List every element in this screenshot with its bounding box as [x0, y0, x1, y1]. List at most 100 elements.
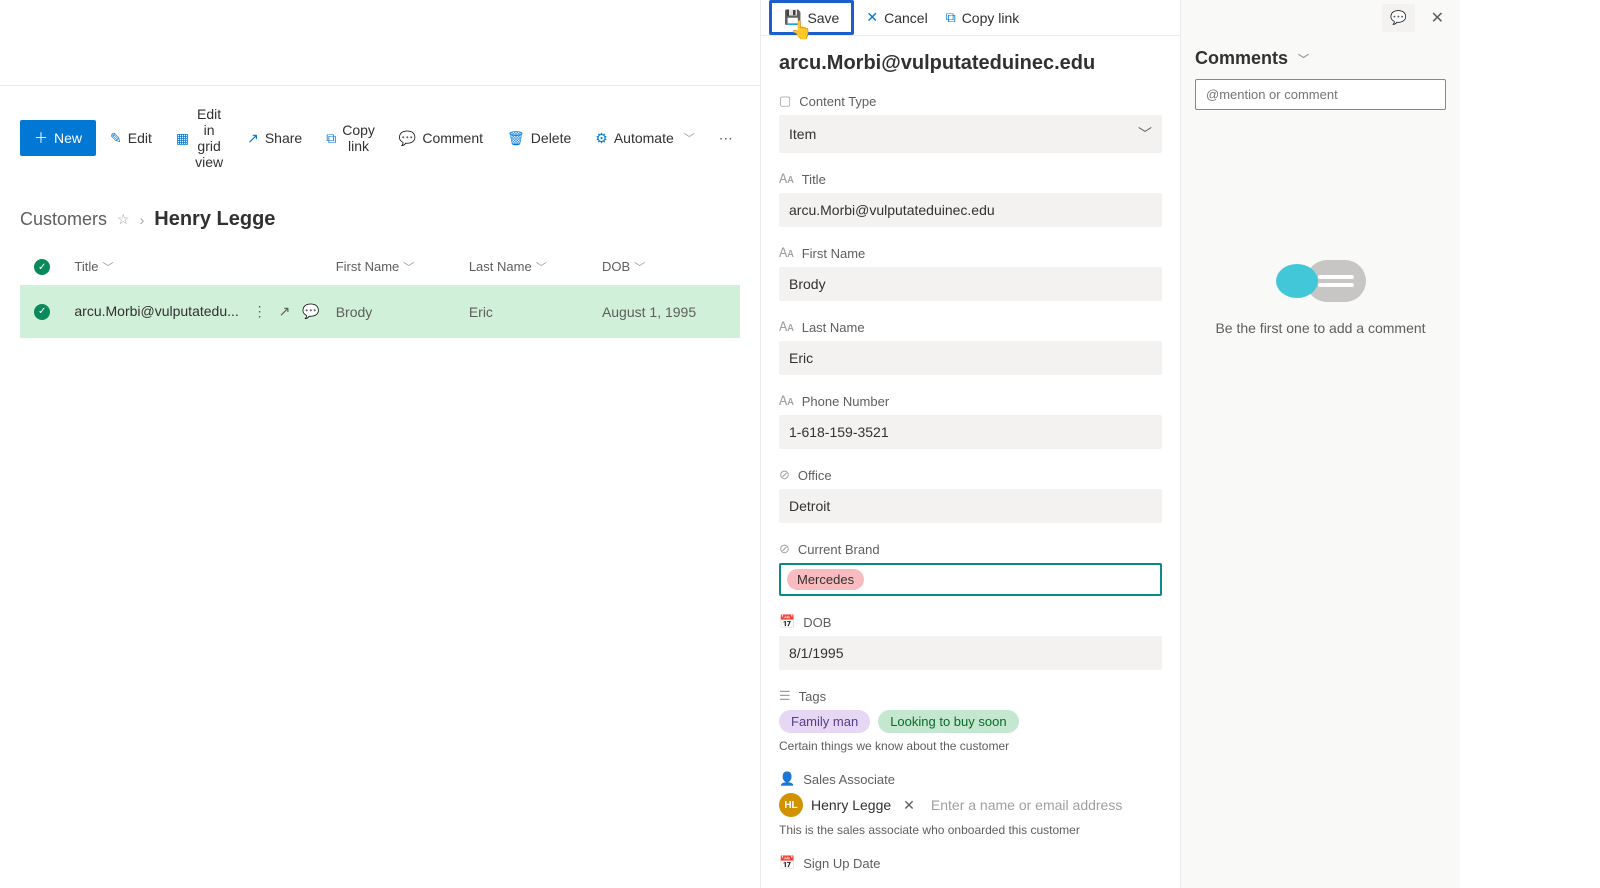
comment-icon: 💬 [399, 130, 416, 147]
first-name-input[interactable] [779, 267, 1162, 301]
comment-input[interactable] [1195, 79, 1446, 110]
header-fname[interactable]: First Name﹀ [336, 259, 469, 275]
comments-heading-text: Comments [1195, 48, 1288, 69]
avatar: HL [779, 793, 803, 817]
chevron-down-icon: ﹀ [684, 130, 695, 146]
save-button[interactable]: 💾 Save [778, 5, 845, 30]
chevron-down-icon: ﹀ [1138, 124, 1152, 144]
phone-input[interactable] [779, 415, 1162, 449]
field-last-name: 🗛Last Name [779, 319, 1162, 375]
phone-label: Phone Number [802, 394, 889, 409]
check-icon: ✓ [34, 304, 50, 320]
breadcrumb-list[interactable]: Customers [20, 209, 107, 230]
edit-label: Edit [128, 130, 152, 146]
panel-body[interactable]: arcu.Morbi@vulputateduinec.edu ▢Content … [761, 36, 1180, 886]
field-content-type: ▢Content Type Item ﹀ [779, 93, 1162, 153]
header-check[interactable]: ✓ [20, 259, 64, 275]
header-lname[interactable]: Last Name﹀ [469, 259, 602, 275]
office-label: Office [798, 468, 832, 483]
list-toolbar: ＋ New ✎ Edit ▦ Edit in grid view ↗ Share… [0, 86, 760, 190]
chevron-down-icon: ﹀ [403, 262, 414, 274]
tags-label: Tags [799, 689, 826, 704]
field-signup: 📅Sign Up Date [779, 855, 1162, 871]
sales-associate-input[interactable]: HL Henry Legge ✕ Enter a name or email a… [779, 793, 1162, 817]
edit-grid-button[interactable]: ▦ Edit in grid view [166, 98, 233, 178]
text-icon: 🗛 [779, 245, 794, 261]
chevron-down-icon: ﹀ [1298, 51, 1309, 67]
header-dob-text: DOB [602, 259, 630, 274]
more-icon[interactable]: ⋮ [253, 303, 267, 320]
edit-grid-label: Edit in grid view [195, 106, 223, 170]
brand-chip[interactable]: Mercedes [787, 569, 864, 590]
link-icon: ⧉ [326, 130, 336, 147]
chevron-right-icon: › [140, 212, 145, 228]
sales-desc: This is the sales associate who onboarde… [779, 823, 1162, 837]
choice-icon: ⊘ [779, 467, 790, 483]
chevron-down-icon: ﹀ [634, 262, 645, 274]
content-type-select[interactable]: Item ﹀ [779, 115, 1162, 153]
comment-icon[interactable]: 💬 [302, 303, 319, 320]
field-dob: 📅DOB [779, 614, 1162, 670]
share-label: Share [265, 130, 302, 146]
automate-button[interactable]: ⚙ Automate ﹀ [585, 122, 705, 155]
cancel-label: Cancel [884, 10, 928, 26]
choice-icon: ⊘ [779, 541, 790, 557]
field-title: 🗛Title [779, 171, 1162, 227]
last-name-input[interactable] [779, 341, 1162, 375]
person-name: Henry Legge [811, 797, 891, 813]
share-icon[interactable]: ↗ [279, 303, 291, 320]
title-input[interactable] [779, 193, 1162, 227]
calendar-icon: 📅 [779, 855, 795, 871]
save-highlight-box: 💾 Save [769, 0, 854, 35]
row-check[interactable]: ✓ [20, 304, 64, 320]
more-button[interactable]: ⋯ [709, 122, 743, 155]
chat-illustration-icon [1276, 260, 1366, 302]
share-button[interactable]: ↗ Share [237, 122, 312, 155]
current-brand-input[interactable]: Mercedes [779, 563, 1162, 596]
row-fname: Brody [336, 304, 469, 320]
grid-header-row: ✓ Title﹀ First Name﹀ Last Name﹀ DOB﹀ [20, 249, 740, 285]
field-office: ⊘ Office [779, 467, 1162, 523]
tag-chip[interactable]: Looking to buy soon [878, 710, 1018, 733]
star-icon[interactable]: ☆ [117, 211, 130, 228]
comments-panel: 💬 ✕ Comments ﹀ Be the first one to add a… [1180, 0, 1460, 888]
list-grid: ✓ Title﹀ First Name﹀ Last Name﹀ DOB﹀ ✓ a… [0, 249, 760, 338]
text-icon: 🗛 [779, 171, 794, 187]
header-title[interactable]: Title﹀ [64, 259, 335, 275]
copy-link-button[interactable]: ⧉ Copy link [316, 114, 385, 162]
breadcrumb: Customers ☆ › Henry Legge [0, 190, 760, 249]
field-sales-associate: 👤Sales Associate HL Henry Legge ✕ Enter … [779, 771, 1162, 837]
header-dob[interactable]: DOB ﹀ [602, 259, 740, 275]
new-button[interactable]: ＋ New [20, 120, 96, 156]
text-icon: 🗛 [779, 393, 794, 409]
tags-icon: ☰ [779, 688, 791, 704]
link-icon: ⧉ [946, 9, 956, 26]
share-icon: ↗ [247, 130, 259, 147]
cancel-button[interactable]: ✕ Cancel [860, 5, 933, 30]
tag-chip[interactable]: Family man [779, 710, 870, 733]
copy-link-label: Copy link [342, 122, 375, 154]
field-phone: 🗛 Phone Number [779, 393, 1162, 449]
item-title: arcu.Morbi@vulputateduinec.edu [779, 52, 1162, 75]
close-panel-button[interactable]: ✕ [1425, 4, 1450, 32]
panel-copy-link-button[interactable]: ⧉ Copy link [940, 5, 1026, 30]
comment-button[interactable]: 💬 Comment [389, 122, 493, 155]
tags-input[interactable]: Family man Looking to buy soon [779, 710, 1162, 733]
comments-heading[interactable]: Comments ﹀ [1195, 48, 1446, 69]
delete-label: Delete [531, 130, 571, 146]
table-row[interactable]: ✓ arcu.Morbi@vulputatedu... ⋮ ↗ 💬 Brody … [20, 285, 740, 338]
edit-panel: 💾 Save ✕ Cancel ⧉ Copy link arcu.Morbi@v… [760, 0, 1180, 888]
remove-person-icon[interactable]: ✕ [903, 797, 915, 814]
edit-button[interactable]: ✎ Edit [100, 122, 162, 155]
flow-icon: ⚙ [595, 130, 608, 147]
office-input[interactable] [779, 489, 1162, 523]
close-icon: ✕ [1431, 10, 1444, 27]
comment-icon: 💬 [1390, 10, 1407, 25]
header-title-text: Title [74, 259, 98, 274]
text-icon: 🗛 [779, 319, 794, 335]
dob-input[interactable] [779, 636, 1162, 670]
comments-toggle-button[interactable]: 💬 [1382, 4, 1415, 32]
comments-empty-text: Be the first one to add a comment [1195, 320, 1446, 336]
delete-button[interactable]: 🗑 Delete [497, 122, 581, 155]
row-title[interactable]: arcu.Morbi@vulputatedu... [74, 303, 238, 319]
